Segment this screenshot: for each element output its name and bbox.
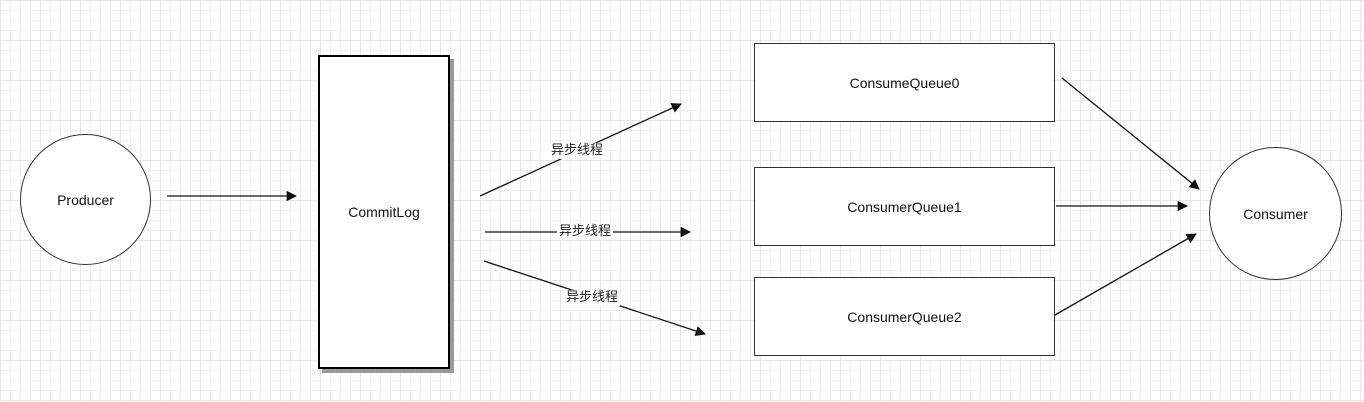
edge-label-async-top: 异步线程 — [549, 143, 606, 159]
consume-queue-0-label: ConsumeQueue0 — [849, 74, 960, 91]
producer-node: Producer — [20, 134, 151, 265]
consumer-queue-2-label: ConsumerQueue2 — [847, 308, 962, 325]
consumer-queue-1: ConsumerQueue1 — [754, 167, 1055, 246]
consume-queue-0: ConsumeQueue0 — [754, 43, 1055, 122]
producer-label: Producer — [57, 191, 114, 208]
commitlog-node: CommitLog — [318, 55, 450, 369]
commitlog-label: CommitLog — [348, 204, 420, 220]
edge-queue2-consumer — [1054, 233, 1197, 316]
edge-label-async-mid: 异步线程 — [557, 224, 614, 240]
diagram-canvas — [167, 77, 1200, 337]
edge-label-async-bottom: 异步线程 — [564, 290, 621, 306]
edge-queue0-consumer — [1061, 77, 1200, 190]
consumer-node: Consumer — [1209, 147, 1342, 280]
consumer-queue-2: ConsumerQueue2 — [754, 277, 1055, 356]
consumer-label: Consumer — [1243, 205, 1308, 222]
consumer-queue-1-label: ConsumerQueue1 — [847, 198, 962, 215]
